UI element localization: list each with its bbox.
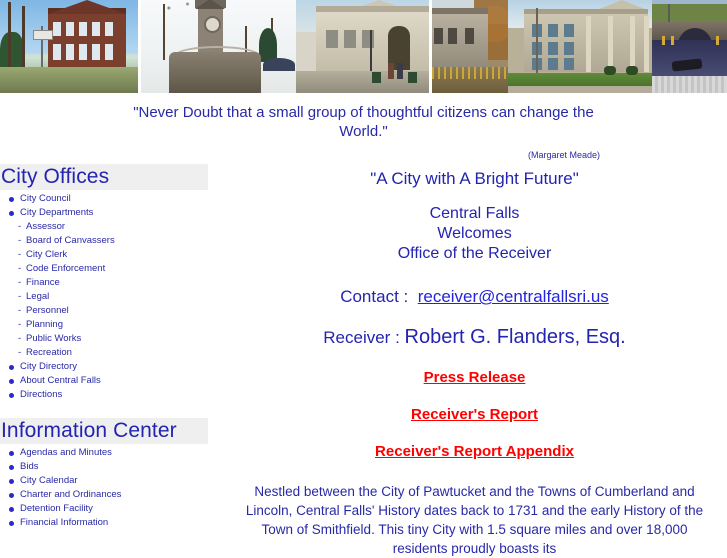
sidebar-item-financial-information[interactable]: Financial Information bbox=[0, 516, 222, 530]
sidebar-item-city-departments[interactable]: City Departments bbox=[0, 206, 222, 220]
quote-attribution: (Margaret Meade) bbox=[527, 150, 600, 160]
city-slogan: "A City with A Bright Future" bbox=[370, 169, 579, 188]
contact-label: Contact : bbox=[340, 287, 409, 306]
sidebar-item-label: City Council bbox=[20, 193, 71, 204]
main-content: "A City with A Bright Future" Central Fa… bbox=[222, 160, 727, 558]
sidebar-item-label: Recreation bbox=[26, 347, 72, 358]
sidebar-item-label: Personnel bbox=[26, 305, 69, 316]
receivers-report-appendix-link[interactable]: Receiver's Report Appendix bbox=[222, 443, 727, 460]
sidebar-item-code-enforcement[interactable]: Code Enforcement bbox=[0, 262, 222, 276]
sidebar-item-legal[interactable]: Legal bbox=[0, 290, 222, 304]
sidebar-item-bids[interactable]: Bids bbox=[0, 460, 222, 474]
sidebar-item-label: Finance bbox=[26, 277, 60, 288]
sidebar-item-label: Financial Information bbox=[20, 517, 109, 528]
sidebar-item-label: Agendas and Minutes bbox=[20, 447, 112, 458]
banner-photo-bridge bbox=[652, 0, 727, 93]
sidebar-item-label: Legal bbox=[26, 291, 50, 302]
sidebar-item-label: Charter and Ordinances bbox=[20, 489, 122, 500]
sidebar-heading-city-offices: City Offices bbox=[0, 164, 208, 190]
sidebar-item-about-central-falls[interactable]: About Central Falls bbox=[0, 374, 222, 388]
welcome-block: Central Falls Welcomes Office of the Rec… bbox=[222, 204, 727, 264]
sidebar-item-label: City Departments bbox=[20, 207, 94, 218]
sidebar-item-public-works[interactable]: Public Works bbox=[0, 332, 222, 346]
sidebar-list-information-center: Agendas and Minutes Bids City Calendar C… bbox=[0, 446, 222, 530]
sidebar-heading-information-center: Information Center bbox=[0, 418, 208, 444]
sidebar-item-board-of-canvassers[interactable]: Board of Canvassers bbox=[0, 234, 222, 248]
sidebar-navigation: City Offices City Council City Departmen… bbox=[0, 160, 222, 530]
sidebar-item-agendas-and-minutes[interactable]: Agendas and Minutes bbox=[0, 446, 222, 460]
sidebar-item-label: Bids bbox=[20, 461, 39, 472]
sidebar-item-label: City Directory bbox=[20, 361, 78, 372]
welcome-line-city: Central Falls bbox=[429, 205, 520, 222]
sidebar-item-assessor[interactable]: Assessor bbox=[0, 220, 222, 234]
content-columns: City Offices City Council City Departmen… bbox=[0, 160, 727, 558]
sidebar-item-label: About Central Falls bbox=[20, 375, 101, 386]
receivers-report-link[interactable]: Receiver's Report bbox=[222, 406, 727, 423]
quote-block: "Never Doubt that a small group of thoug… bbox=[0, 93, 727, 160]
banner-photo-school bbox=[508, 0, 652, 93]
sidebar-item-label: Planning bbox=[26, 319, 63, 330]
sidebar-item-city-council[interactable]: City Council bbox=[0, 192, 222, 206]
sidebar-item-personnel[interactable]: Personnel bbox=[0, 304, 222, 318]
banner-photo-library bbox=[296, 0, 429, 93]
receiver-line: Receiver : Robert G. Flanders, Esq. bbox=[222, 326, 727, 349]
sidebar-item-label: City Clerk bbox=[26, 249, 68, 260]
sidebar-item-label: Code Enforcement bbox=[26, 263, 106, 274]
banner-photo-clock-tower bbox=[141, 0, 296, 93]
receiver-label: Receiver : bbox=[323, 328, 400, 347]
sidebar-item-recreation[interactable]: Recreation bbox=[0, 346, 222, 360]
sidebar-section-gap bbox=[0, 402, 222, 418]
sidebar-item-label: Detention Facility bbox=[20, 503, 93, 514]
sidebar-item-detention-facility[interactable]: Detention Facility bbox=[0, 502, 222, 516]
sidebar-item-label: Directions bbox=[20, 389, 63, 400]
press-release-link[interactable]: Press Release bbox=[222, 369, 727, 386]
sidebar-item-city-calendar[interactable]: City Calendar bbox=[0, 474, 222, 488]
banner-photo-city-hall bbox=[0, 0, 138, 93]
welcome-line-office: Office of the Receiver bbox=[397, 245, 552, 262]
sidebar-item-city-directory[interactable]: City Directory bbox=[0, 360, 222, 374]
sidebar-item-label: Assessor bbox=[26, 221, 66, 232]
sidebar-item-charter-and-ordinances[interactable]: Charter and Ordinances bbox=[0, 488, 222, 502]
sidebar-item-finance[interactable]: Finance bbox=[0, 276, 222, 290]
welcome-line-welcomes: Welcomes bbox=[437, 225, 512, 242]
header-photo-banner bbox=[0, 0, 727, 93]
sidebar-item-label: City Calendar bbox=[20, 475, 78, 486]
receiver-name: Robert G. Flanders, Esq. bbox=[404, 326, 626, 348]
page-body: "Never Doubt that a small group of thoug… bbox=[0, 93, 727, 556]
sidebar-item-label: Board of Canvassers bbox=[26, 235, 115, 246]
sidebar-item-directions[interactable]: Directions bbox=[0, 388, 222, 402]
history-paragraph: Nestled between the City of Pawtucket an… bbox=[245, 484, 704, 556]
contact-email-link[interactable]: receiver@centralfallsri.us bbox=[418, 287, 609, 306]
sidebar-item-city-clerk[interactable]: City Clerk bbox=[0, 248, 222, 262]
sidebar-item-label: Public Works bbox=[26, 333, 82, 344]
banner-photo-stone-building-autumn bbox=[432, 0, 508, 93]
contact-line: Contact : receiver@centralfallsri.us bbox=[222, 286, 727, 308]
sidebar-list-city-offices: City Council City Departments Assessor B… bbox=[0, 192, 222, 402]
sidebar-item-planning[interactable]: Planning bbox=[0, 318, 222, 332]
quote-text: "Never Doubt that a small group of thoug… bbox=[133, 104, 594, 140]
